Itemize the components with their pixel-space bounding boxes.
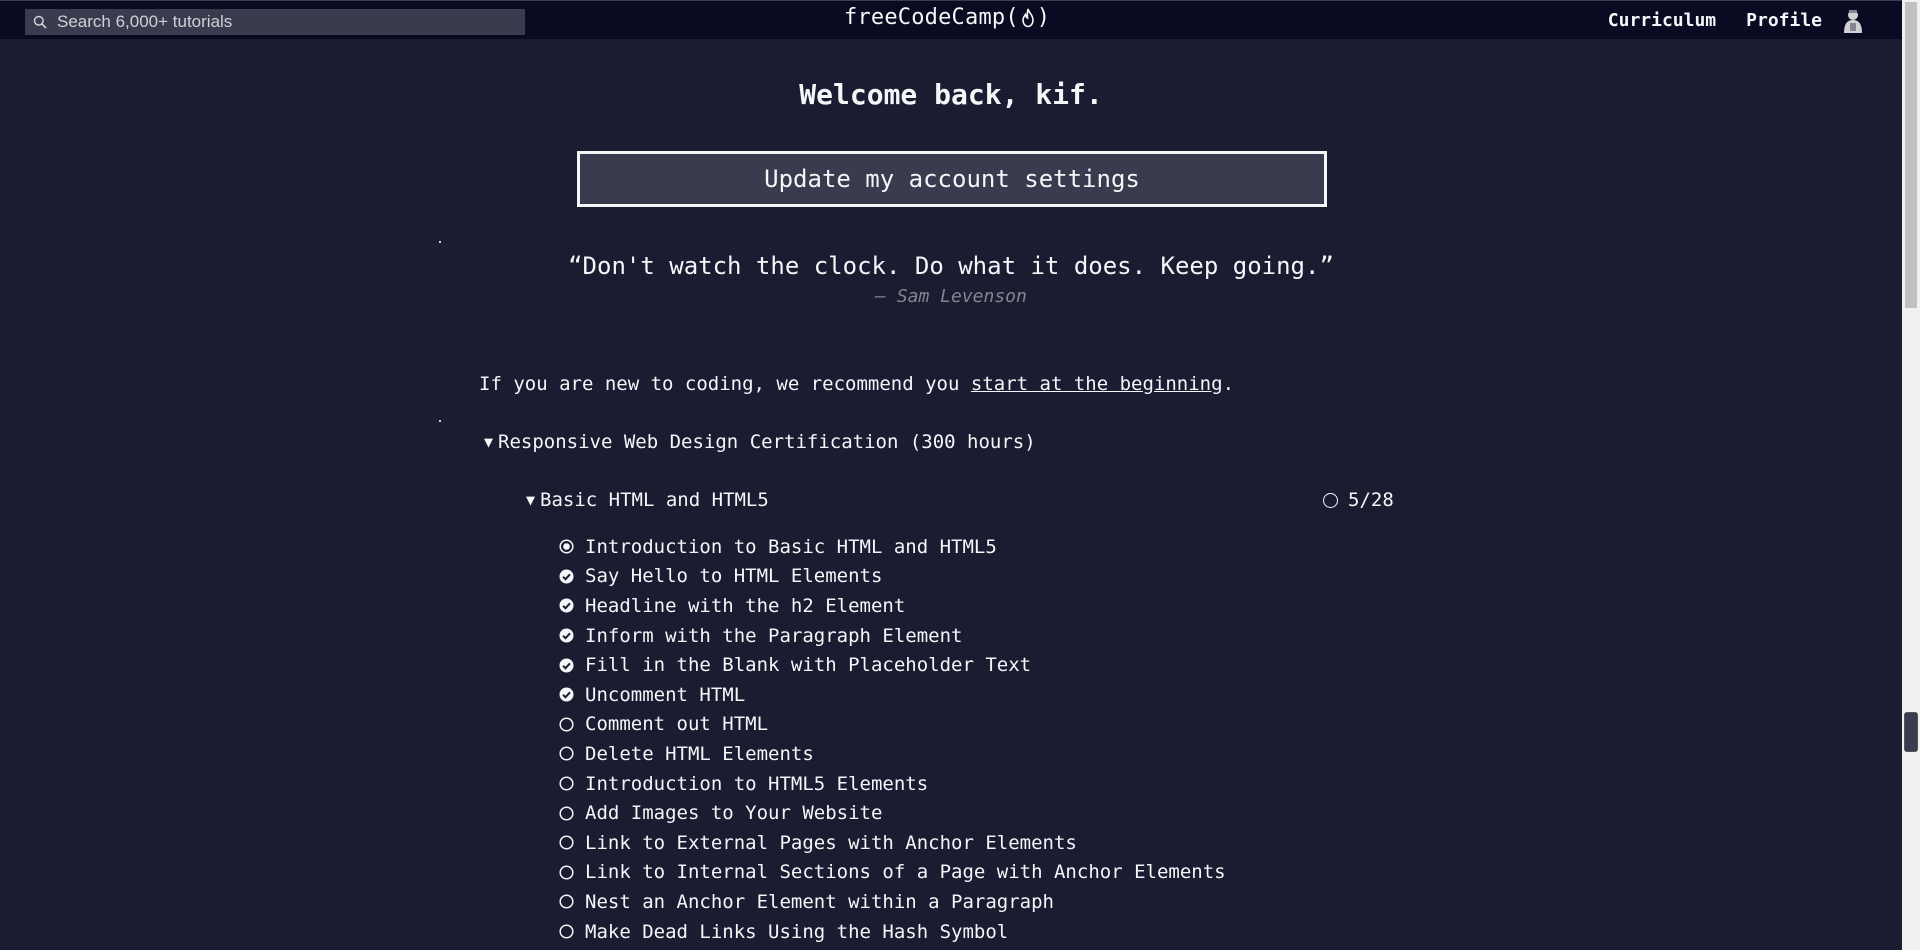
check-circle-icon [559,658,574,673]
empty-circle-icon [559,835,574,850]
challenge-item[interactable]: Introduction to HTML5 Elements [559,769,1226,799]
motivational-quote: “Don't watch the clock. Do what it does.… [568,252,1334,280]
block-progress: 5/28 [1323,489,1394,511]
challenge-title: Inform with the Paragraph Element [585,624,963,647]
block-progress-count: 5/28 [1348,489,1394,511]
intro-suffix: . [1222,373,1235,395]
decorative-dot [439,241,441,243]
empty-circle-icon [559,746,574,762]
block-toggle[interactable]: ▼ Basic HTML and HTML5 [526,489,769,511]
check-circle-icon [559,569,574,584]
empty-circle-icon [559,894,574,909]
challenge-title: Link to External Pages with Anchor Eleme… [585,831,1077,854]
challenge-title: Make Dead Links Using the Hash Symbol [585,920,1009,943]
side-panel-tab[interactable] [1904,712,1918,752]
challenge-title: Introduction to Basic HTML and HTML5 [585,535,997,558]
intro-prefix: If you are new to coding, we recommend y… [479,373,971,395]
challenge-item[interactable]: Uncomment HTML [559,680,1226,710]
check-circle-icon [559,628,574,643]
nav-links: Curriculum Profile [1578,1,1866,40]
certification-title: Responsive Web Design Certification (300… [498,431,1036,453]
check-circle-icon [559,687,574,702]
challenge-title: Uncomment HTML [585,683,746,706]
challenge-item[interactable]: Inform with the Paragraph Element [559,621,1226,651]
challenge-item[interactable]: Headline with the h2 Element [559,591,1226,621]
nav-profile-link[interactable]: Profile [1746,10,1822,31]
challenge-item[interactable]: Delete HTML Elements [559,739,1226,769]
challenge-title: Say Hello to HTML Elements [585,565,883,588]
challenge-item[interactable]: Make Dead Links Using the Hash Symbol [559,917,1226,947]
search-bar[interactable] [25,9,525,35]
challenge-item[interactable]: Link to External Pages with Anchor Eleme… [559,828,1226,858]
update-settings-button[interactable]: Update my account settings [577,151,1327,207]
challenge-list: Introduction to Basic HTML and HTML5 Say … [559,532,1226,946]
empty-circle-icon [559,865,574,880]
brand-text-right: ) [1036,5,1051,30]
progress-circle-icon [1323,492,1338,508]
challenge-title: Introduction to HTML5 Elements [585,772,929,795]
top-navbar: freeCodeCamp( ) Curriculum Profile [0,0,1902,39]
expanded-triangle-icon: ▼ [526,491,536,509]
page-scrollbar[interactable] [1902,0,1920,950]
decorative-dot [439,420,441,422]
challenge-title: Add Images to Your Website [585,802,883,825]
radio-dot-icon [559,539,574,554]
challenge-title: Headline with the h2 Element [585,594,906,617]
check-circle-icon [559,598,574,613]
search-icon [33,15,47,29]
search-input[interactable] [55,11,495,33]
empty-circle-icon [559,806,574,821]
challenge-title: Comment out HTML [585,713,769,736]
challenge-item[interactable]: Introduction to Basic HTML and HTML5 [559,532,1226,562]
block-title: Basic HTML and HTML5 [540,489,769,511]
brand-logo[interactable]: freeCodeCamp( ) [844,5,1050,30]
nav-curriculum-link[interactable]: Curriculum [1608,10,1716,31]
challenge-title: Nest an Anchor Element within a Paragrap… [585,890,1054,913]
challenge-item[interactable]: Nest an Anchor Element within a Paragrap… [559,887,1226,917]
flame-icon [1020,8,1036,28]
welcome-heading: Welcome back, kif. [799,78,1103,111]
challenge-item[interactable]: Link to Internal Sections of a Page with… [559,858,1226,888]
avatar[interactable] [1840,6,1866,35]
challenge-title: Link to Internal Sections of a Page with… [585,861,1226,884]
challenge-title: Fill in the Blank with Placeholder Text [585,654,1032,677]
challenge-item[interactable]: Comment out HTML [559,710,1226,740]
empty-circle-icon [559,717,574,732]
challenge-title: Delete HTML Elements [585,742,814,765]
challenge-item[interactable]: Fill in the Blank with Placeholder Text [559,650,1226,680]
expanded-triangle-icon: ▼ [484,433,494,451]
quote-author: — Sam Levenson [875,286,1027,307]
certification-toggle[interactable]: ▼ Responsive Web Design Certification (3… [484,431,1036,453]
challenge-item[interactable]: Say Hello to HTML Elements [559,562,1226,592]
intro-text: If you are new to coding, we recommend y… [479,373,1234,395]
scrollbar-thumb[interactable] [1905,2,1917,308]
empty-circle-icon [559,776,574,791]
empty-circle-icon [559,924,574,939]
challenge-item[interactable]: Add Images to Your Website [559,798,1226,828]
start-beginning-link[interactable]: start at the beginning [971,373,1223,395]
brand-text-left: freeCodeCamp( [844,5,1019,30]
